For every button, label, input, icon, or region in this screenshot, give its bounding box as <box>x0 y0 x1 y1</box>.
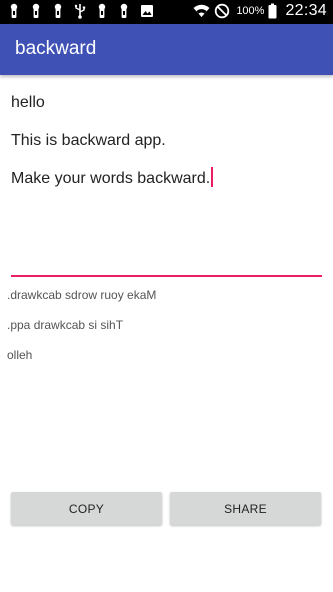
usb-icon <box>74 3 88 19</box>
keyhole-icon <box>52 3 66 19</box>
input-line: This is backward app. <box>11 132 166 149</box>
input-line: Make your words backward. <box>11 165 322 203</box>
screen: 100% 22:34 backward hello This is backwa… <box>0 0 333 592</box>
keyhole-icon <box>118 3 132 19</box>
keyhole-icon <box>96 3 110 19</box>
copy-button[interactable]: COPY <box>11 492 162 525</box>
keyhole-icon <box>30 3 44 19</box>
output-line: .ppa drawkcab si sihT <box>7 318 124 332</box>
share-button[interactable]: SHARE <box>170 492 321 525</box>
do-not-disturb-icon <box>214 3 230 19</box>
output-line: olleh <box>7 348 33 362</box>
image-icon <box>140 3 154 19</box>
reversed-output: .drawkcab sdrow ruoy ekaM .ppa drawkcab … <box>7 286 156 376</box>
input-line: hello <box>11 94 45 111</box>
battery-icon <box>268 3 277 19</box>
input-underline <box>11 275 322 277</box>
system-status: 100% 22:34 <box>193 2 327 20</box>
notification-icons <box>8 3 154 19</box>
wifi-icon <box>193 3 210 19</box>
text-cursor <box>211 167 214 187</box>
battery-percent: 100% <box>236 5 265 17</box>
keyhole-icon <box>8 3 22 19</box>
status-bar: 100% 22:34 <box>0 0 333 24</box>
app-bar: backward <box>0 24 333 75</box>
status-clock: 22:34 <box>285 2 327 19</box>
app-title: backward <box>15 38 97 59</box>
output-line: .drawkcab sdrow ruoy ekaM <box>7 288 157 302</box>
text-input[interactable]: hello This is backward app. Make your wo… <box>11 89 322 277</box>
